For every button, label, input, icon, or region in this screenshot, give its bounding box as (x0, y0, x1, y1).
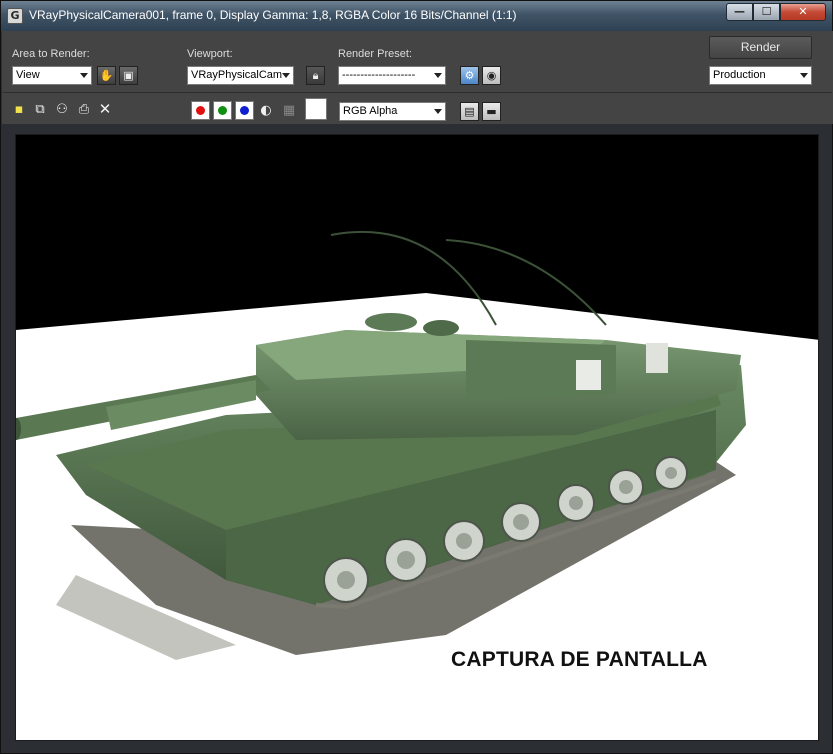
auto-region-icon[interactable]: ▣ (119, 66, 138, 85)
viewport-value: VRayPhysicalCam (191, 69, 283, 81)
area-to-render-dropdown[interactable]: View (12, 66, 92, 85)
area-to-render-value: View (16, 69, 40, 81)
chevron-down-icon (80, 73, 88, 78)
title-bar[interactable]: G VRayPhysicalCamera001, frame 0, Displa… (1, 1, 832, 31)
render-button[interactable]: Render (709, 36, 812, 59)
blue-channel-toggle[interactable] (235, 101, 254, 120)
chevron-down-icon (434, 109, 442, 114)
blue-dot-icon (240, 106, 249, 115)
production-dropdown[interactable]: Production (709, 66, 812, 85)
render-preset-dropdown[interactable]: -------------------- (338, 66, 446, 85)
red-dot-icon (196, 106, 205, 115)
render-frame-window: G VRayPhysicalCamera001, frame 0, Displa… (0, 0, 833, 754)
render-setup-icon[interactable]: ⚙ (460, 66, 479, 85)
caption-text: CAPTURA DE PANTALLA (451, 648, 708, 671)
save-image-icon[interactable]: ▪ (11, 102, 27, 118)
green-channel-toggle[interactable] (213, 101, 232, 120)
toolbar-divider (3, 92, 832, 93)
channel-display-value: RGB Alpha (343, 105, 398, 117)
close-button[interactable]: ✕ (780, 3, 826, 21)
window-title: VRayPhysicalCamera001, frame 0, Display … (29, 8, 517, 22)
lock-icon[interactable]: 🔒︎ (306, 66, 325, 85)
chevron-down-icon (282, 73, 290, 78)
toggle-ui-icon[interactable]: ▬ (482, 102, 501, 121)
channel-display-dropdown[interactable]: RGB Alpha (339, 102, 446, 121)
viewport-label: Viewport: (187, 48, 233, 60)
monochrome-icon[interactable]: ▦ (281, 103, 297, 119)
render-viewport[interactable]: CAPTURA DE PANTALLA (15, 134, 819, 741)
app-icon[interactable]: G (7, 8, 23, 24)
area-to-render-label: Area to Render: (12, 48, 90, 60)
render-preset-label: Render Preset: (338, 48, 412, 60)
maximize-button[interactable]: ☐ (753, 3, 780, 21)
alpha-channel-icon[interactable]: ◐ (258, 103, 274, 119)
print-image-icon[interactable]: ⎙ (76, 102, 92, 118)
minimize-button[interactable]: — (726, 3, 753, 21)
color-swatch[interactable] (305, 98, 327, 120)
chevron-down-icon (800, 73, 808, 78)
copy-image-icon[interactable]: ⧉ (32, 102, 48, 118)
render-preset-value: -------------------- (342, 69, 416, 81)
edit-region-icon[interactable]: ✋ (97, 66, 116, 85)
chevron-down-icon (434, 73, 442, 78)
toggle-ui-overlay-icon[interactable]: ▤ (460, 102, 479, 121)
render-toolbar: Area to Render: View ✋ ▣ Viewport: VRayP… (2, 31, 833, 124)
environment-effects-icon[interactable]: ◉ (482, 66, 501, 85)
red-channel-toggle[interactable] (191, 101, 210, 120)
production-value: Production (713, 69, 766, 81)
clone-frame-window-icon[interactable]: ⚇ (54, 102, 70, 118)
viewport-dropdown[interactable]: VRayPhysicalCam (187, 66, 294, 85)
clear-icon[interactable]: ✕ (97, 101, 113, 117)
green-dot-icon (218, 106, 227, 115)
